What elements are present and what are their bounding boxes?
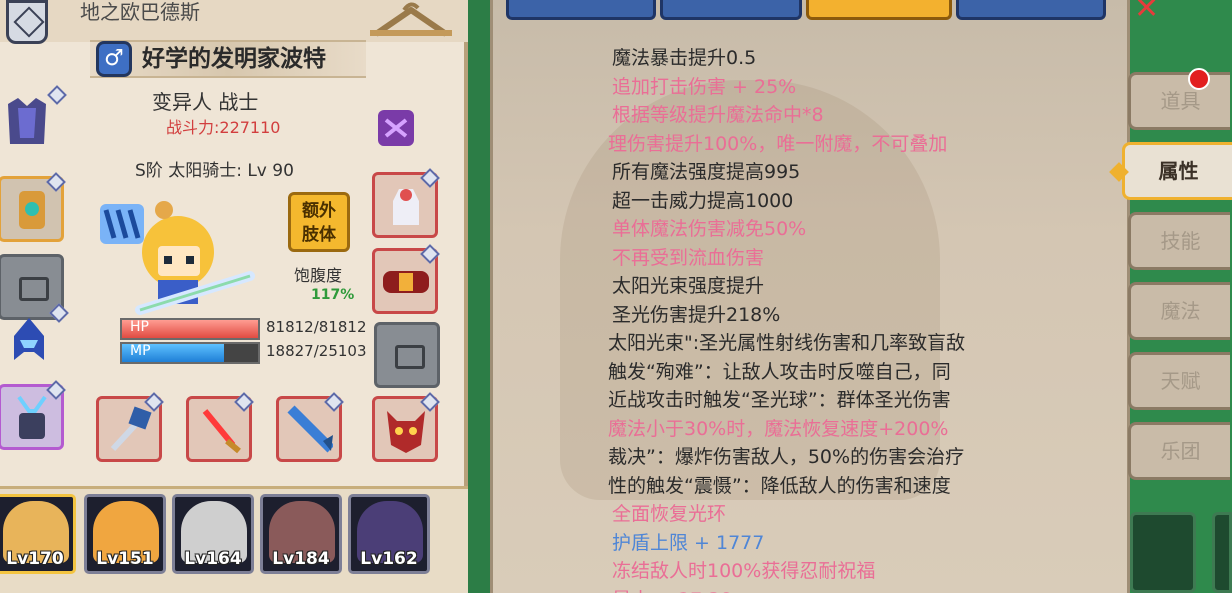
realm-name: 地之欧巴德斯 <box>80 0 200 24</box>
fish-weapon-icon <box>287 405 333 453</box>
glove-slot[interactable] <box>372 168 440 238</box>
top-tab[interactable] <box>660 0 802 20</box>
side-tab-band[interactable]: 乐团 <box>1128 422 1230 480</box>
attribute-line: 性的触发“震慑”：降低敌人的伤害和速度 <box>608 474 951 497</box>
attribute-line: 太阳光束强度提升 <box>612 275 765 297</box>
attribute-line: 超一击威力提高1000 <box>612 189 794 212</box>
attribute-line: 暴击 + 27.38 <box>500 586 1040 593</box>
amulet-icon <box>19 191 45 229</box>
side-tab-talent[interactable]: 天赋 <box>1128 352 1230 410</box>
party-level: Lv151 <box>96 549 154 569</box>
party-member[interactable]: Lv151 <box>84 494 166 574</box>
rune-icon <box>378 110 414 146</box>
demon-mask-slot[interactable] <box>372 392 440 462</box>
combat-power: 战斗力:227110 <box>166 118 281 137</box>
sword-icon <box>202 409 241 454</box>
character-sprite <box>100 201 255 315</box>
guild-crest-icon[interactable] <box>6 0 48 44</box>
empty-slot[interactable] <box>374 322 440 388</box>
inventory-item-slot[interactable] <box>1130 512 1196 593</box>
party-member[interactable]: Lv184 <box>260 494 342 574</box>
attribute-line: 追加打击伤害 + 25% <box>612 75 797 98</box>
character-name[interactable]: 好学的发明家波特 <box>142 44 326 74</box>
attribute-line: 不再受到流血伤害 <box>612 246 765 269</box>
belt-slot[interactable] <box>372 244 440 314</box>
extra-limb-button[interactable]: 额外 肢体 <box>288 192 350 252</box>
side-tab-skills[interactable]: 技能 <box>1128 212 1230 270</box>
notification-dot-icon <box>1188 68 1210 90</box>
attribute-line: 触发“殉难”：让敌人攻击时反噬自己，同 <box>608 360 951 383</box>
attribute-line: 近战攻击时触发“圣光球”：群体圣光伤害 <box>608 389 951 411</box>
attribute-line: 太阳光束":圣光属性射线伤害和几率致盲敌 <box>608 332 966 354</box>
character-class: 变异人 战士 <box>152 90 259 114</box>
fish-weapon-slot[interactable] <box>276 392 344 462</box>
top-tab[interactable] <box>956 0 1106 20</box>
demon-mask-icon <box>387 411 425 453</box>
party-member[interactable]: Lv164 <box>172 494 254 574</box>
attribute-line: 圣光伤害提升218% <box>612 303 781 326</box>
attribute-line: 根据等级提升魔法命中*8 <box>612 104 824 126</box>
armor-slot[interactable] <box>0 85 67 158</box>
party-level: Lv170 <box>6 549 64 569</box>
satiety-value: 117% <box>311 287 355 303</box>
amulet-slot[interactable] <box>0 172 66 242</box>
panel-gap <box>468 0 490 593</box>
belt-icon <box>383 271 429 293</box>
party-level: Lv164 <box>184 549 242 569</box>
rune-slot[interactable] <box>376 108 416 148</box>
attribute-list[interactable]: 魔法暴击提升0.5 追加打击伤害 + 25% 根据等级提升魔法命中*8 理伤害提升10… <box>500 44 1040 593</box>
helmet-icon <box>14 318 44 360</box>
mace-icon <box>110 406 152 452</box>
sword-slot[interactable] <box>186 392 254 462</box>
side-tab-items[interactable]: 道具 <box>1128 72 1230 130</box>
top-tab-active[interactable] <box>806 0 952 20</box>
attribute-line: 魔法小于30%时，魔法恢复速度+200% <box>608 417 949 440</box>
party-member[interactable]: Lv162 <box>348 494 430 574</box>
party-level: Lv162 <box>360 549 418 569</box>
hp-label: HP <box>130 319 149 335</box>
gauntlet-slot[interactable] <box>0 380 66 450</box>
close-icon[interactable]: ✕ <box>1134 0 1184 24</box>
party-member[interactable]: Lv170 <box>0 494 76 574</box>
attribute-line: 护盾上限 + 1777 <box>612 531 765 554</box>
gauntlet-icon <box>17 395 47 439</box>
mp-value: 18827/25103 <box>266 342 367 360</box>
attribute-line: 裁决”：爆炸伤害敌人，50%的伤害会治疗 <box>608 446 965 468</box>
mace-slot[interactable] <box>96 392 164 462</box>
armor-icon <box>8 98 46 144</box>
party-level: Lv184 <box>272 549 330 569</box>
mp-label: MP <box>130 343 151 359</box>
male-gender-icon: ♂ <box>96 41 132 77</box>
side-tab-attributes[interactable]: 属性 <box>1122 142 1232 200</box>
inventory-item-slot[interactable] <box>1212 512 1232 593</box>
glove-icon <box>393 189 419 225</box>
attribute-line: 所有魔法强度提高995 <box>612 161 801 183</box>
side-tab-magic[interactable]: 魔法 <box>1128 282 1230 340</box>
attribute-line: 单体魔法伤害减免50% <box>612 218 807 240</box>
character-rank: S阶 太阳骑士: Lv 90 <box>135 161 294 181</box>
hanger-icon[interactable] <box>366 0 456 38</box>
attribute-line: 全面恢复光环 <box>612 503 727 525</box>
extra-limb-label: 额外 肢体 <box>302 201 336 245</box>
satiety-label: 饱腹度 <box>294 266 343 285</box>
top-tab[interactable] <box>506 0 656 20</box>
attribute-line: 理伤害提升100%，唯一附魔，不可叠加 <box>608 132 948 155</box>
attribute-line: 魔法暴击提升0.5 <box>612 47 757 69</box>
attribute-line: 冻结敌人时100%获得忍耐祝福 <box>612 560 876 582</box>
hp-value: 81812/81812 <box>266 318 367 336</box>
helmet-slot[interactable] <box>0 303 69 376</box>
